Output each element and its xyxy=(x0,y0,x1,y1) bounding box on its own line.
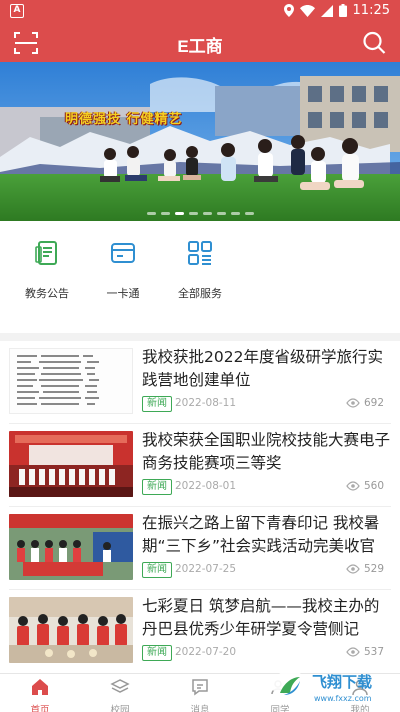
news-date: 2022-07-25 xyxy=(175,563,237,575)
news-item[interactable]: 我校获批2022年度省级研学旅行实践营地创建单位 新闻 2022-08-11 6… xyxy=(0,341,400,424)
news-date: 2022-08-01 xyxy=(175,480,237,492)
news-title: 在振兴之路上留下青春印记 我校暑期“三下乡”社会实践活动完美收官 xyxy=(142,514,380,555)
news-tag: 新闻 xyxy=(142,562,172,578)
news-item[interactable]: 我校荣获全国职业院校技能大赛电子商务技能赛项三等奖 新闻 2022-08-01 … xyxy=(0,424,400,507)
news-thumbnail xyxy=(9,431,133,497)
news-views: 560 xyxy=(346,480,384,492)
news-title: 我校获批2022年度省级研学旅行实践营地创建单位 xyxy=(142,348,383,389)
site-watermark-logo: 飞翔下载 www.fxxz.com xyxy=(273,670,372,704)
notice-doc-icon xyxy=(35,241,57,265)
location-icon xyxy=(283,4,294,17)
tab-label: 消息 xyxy=(190,705,210,712)
quick-action-label: 全部服务 xyxy=(178,287,222,300)
news-thumbnail xyxy=(9,514,133,580)
banner-slogan: 明德强技 行健精艺 xyxy=(65,112,183,127)
card-icon xyxy=(111,243,135,263)
signal-icon xyxy=(320,4,333,17)
home-icon xyxy=(32,679,48,695)
banner-carousel[interactable]: 明德强技 行健精艺 xyxy=(0,62,400,221)
watermark-name: 飞翔下载 xyxy=(312,673,372,691)
news-item[interactable]: 在振兴之路上留下青春印记 我校暑期“三下乡”社会实践活动完美收官 新闻 2022… xyxy=(0,507,400,590)
search-icon[interactable] xyxy=(360,29,388,57)
carousel-dot xyxy=(188,212,198,215)
news-views: 692 xyxy=(346,397,384,409)
views-count: 537 xyxy=(363,646,384,658)
eye-icon xyxy=(346,647,360,657)
eye-icon xyxy=(346,481,360,491)
app-header: E工商 xyxy=(0,24,400,62)
news-title: 我校荣获全国职业院校技能大赛电子商务技能赛项三等奖 xyxy=(142,431,390,472)
news-date: 2022-08-11 xyxy=(175,397,237,409)
carousel-dot xyxy=(216,212,226,215)
status-time: 11:25 xyxy=(352,3,390,18)
grid-icon xyxy=(188,241,212,265)
tab-label: 校园 xyxy=(110,705,130,712)
tab-label: 首页 xyxy=(30,705,50,712)
quick-actions: 教务公告 一卡通 全部服务 xyxy=(0,221,400,333)
views-count: 692 xyxy=(363,397,384,409)
carousel-dot xyxy=(146,212,156,215)
news-date: 2022-07-20 xyxy=(175,646,237,658)
carousel-dot-active xyxy=(174,212,184,215)
quick-action-card[interactable]: 一卡通 xyxy=(83,239,163,301)
news-views: 537 xyxy=(346,646,384,658)
quick-action-all-services[interactable]: 全部服务 xyxy=(160,239,240,301)
watermark-url: www.fxxz.com xyxy=(314,694,372,703)
carousel-dot xyxy=(230,212,240,215)
quick-action-notice[interactable]: 教务公告 xyxy=(7,239,87,301)
tab-home[interactable]: 首页 xyxy=(10,677,70,712)
message-icon xyxy=(192,679,208,696)
news-tag: 新闻 xyxy=(142,396,172,412)
news-views: 529 xyxy=(346,563,384,575)
news-tag: 新闻 xyxy=(142,645,172,661)
eye-icon xyxy=(346,564,360,574)
eye-icon xyxy=(346,398,360,408)
news-item[interactable]: 七彩夏日 筑梦启航——我校主办的丹巴县优秀少年研学夏令营侧记 新闻 2022-0… xyxy=(0,590,400,673)
battery-icon xyxy=(338,4,347,17)
carousel-dot xyxy=(202,212,212,215)
news-list: 我校获批2022年度省级研学旅行实践营地创建单位 新闻 2022-08-11 6… xyxy=(0,341,400,673)
page-title: E工商 xyxy=(177,37,223,56)
quick-action-label: 一卡通 xyxy=(106,287,140,300)
views-count: 529 xyxy=(363,563,384,575)
news-thumbnail xyxy=(9,597,133,663)
news-tag: 新闻 xyxy=(142,479,172,495)
status-bar: A 11:25 xyxy=(0,0,400,24)
tab-messages[interactable]: 消息 xyxy=(170,677,230,712)
news-thumbnail xyxy=(9,348,133,414)
banner-photo xyxy=(0,62,400,221)
quick-action-label: 教务公告 xyxy=(25,287,69,300)
tab-campus[interactable]: 校园 xyxy=(90,677,150,712)
layers-icon xyxy=(110,679,130,693)
app-notification-icon: A xyxy=(10,4,24,18)
carousel-indicator xyxy=(0,212,400,215)
carousel-dot xyxy=(244,212,254,215)
wifi-icon xyxy=(299,4,315,17)
views-count: 560 xyxy=(363,480,384,492)
carousel-dot xyxy=(160,212,170,215)
news-title: 七彩夏日 筑梦启航——我校主办的丹巴县优秀少年研学夏令营侧记 xyxy=(142,597,380,638)
